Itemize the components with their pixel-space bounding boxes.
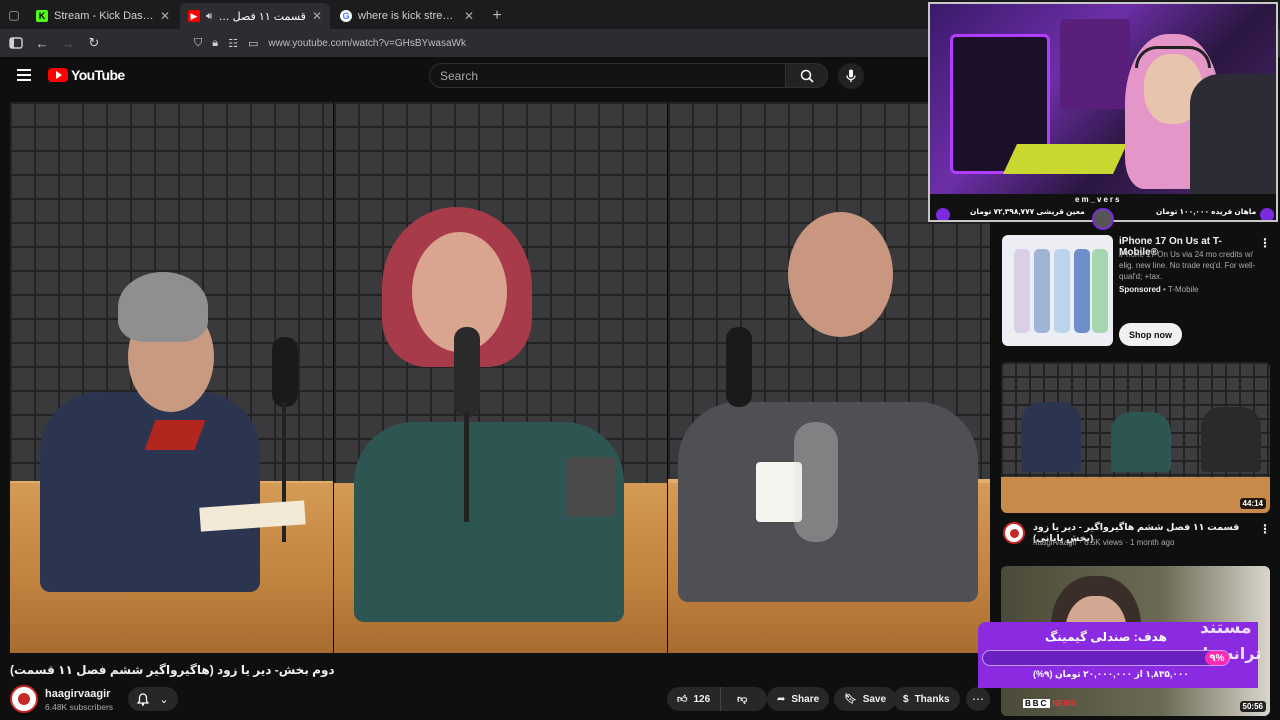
streamer-webcam-overlay: em_vers معین قریشی ۷۲,۳۹۸,۷۷۷ تومان ماها…	[928, 2, 1278, 222]
kick-badge-icon	[936, 208, 950, 220]
tab-title: قسمت ۱۱ فصل ششم هاگیرو	[218, 10, 306, 23]
back-icon[interactable]: ←	[34, 35, 50, 51]
address-bar[interactable]: ⛉ 🔒︎ ☷ ▭ www.youtube.com/watch?v=GHsBYwa…	[194, 37, 466, 50]
rec-video-meta: haagirvaagir · 6.5K views · 1 month ago	[1033, 538, 1175, 547]
save-button[interactable]: 🔖︎ Save	[834, 687, 897, 711]
goal-label: هدف: صندلی گیمینگ	[1045, 630, 1167, 644]
ghost-text-1: مستند	[1200, 618, 1252, 637]
news-text: NEWS	[1052, 699, 1077, 708]
bbc-text: BBC	[1023, 699, 1051, 708]
forward-icon[interactable]: →	[60, 35, 76, 51]
tab-google-search[interactable]: G where is kick stream key? - Goo ✕	[332, 3, 482, 29]
tab-youtube-video[interactable]: ▶ 🔊︎ قسمت ۱۱ فصل ششم هاگیرو ✕	[180, 3, 330, 29]
search-button[interactable]	[786, 63, 828, 88]
donation-text-left: معین قریشی ۷۲,۳۹۸,۷۷۷ تومان	[970, 207, 1085, 216]
search-icon	[800, 69, 814, 83]
page-info-icon[interactable]: ▭	[248, 37, 258, 50]
goal-amount-text: ۱,۸۳۵,۰۰۰ از ۲۰,۰۰۰,۰۰۰ تومان (۹%)	[1033, 669, 1189, 679]
video-player[interactable]	[10, 102, 990, 653]
video-panel-center	[334, 102, 667, 653]
bbc-news-logo: BBC NEWS	[1023, 699, 1076, 708]
youtube-play-icon	[48, 68, 68, 82]
kick-favicon-icon: K	[36, 10, 48, 22]
ad-more-icon[interactable]: ⋮	[1259, 236, 1271, 250]
kick-badge-icon	[1260, 208, 1274, 220]
search-input[interactable]: Search	[429, 63, 786, 88]
dislike-button[interactable]: 👎︎	[727, 687, 757, 711]
tab-kick-dashboard[interactable]: K Stream - Kick Dashboard ✕	[28, 3, 178, 29]
sponsored-label: Sponsored	[1119, 285, 1161, 294]
google-favicon-icon: G	[340, 10, 352, 22]
channel-name[interactable]: haagirvaagir	[45, 688, 110, 700]
subscriber-count: 6.48K subscribers	[45, 702, 114, 712]
save-label: Save	[862, 693, 887, 705]
video-panel-left	[10, 102, 333, 653]
url-text[interactable]: www.youtube.com/watch?v=GHsBYwasaWk	[268, 38, 466, 49]
tab-title: where is kick stream key? - Goo	[358, 10, 458, 22]
search-placeholder: Search	[440, 68, 479, 83]
advertiser-name: T-Mobile	[1167, 285, 1199, 294]
video-title: (دوم بخش- دیر یا زود (هاگیرواگیر ششم فصل…	[10, 663, 335, 677]
duration-badge: 44:14	[1239, 498, 1266, 509]
close-icon[interactable]: ✕	[312, 9, 322, 23]
channel-avatar[interactable]	[10, 685, 38, 713]
ad-description: iPhone 17 On Us via 24 mo credits w/ eli…	[1119, 250, 1256, 282]
chevron-down-icon: ⌄	[159, 693, 169, 706]
rec-channel-name[interactable]: haagirvaagir	[1033, 538, 1077, 547]
like-button[interactable]: 👍︎ 126	[667, 687, 722, 711]
rec-age: 1 month ago	[1129, 538, 1175, 547]
speaker-icon[interactable]: 🔊︎	[206, 11, 212, 22]
close-icon[interactable]: ✕	[464, 9, 474, 23]
rec-views: 6.5K views	[1084, 538, 1123, 547]
subscribed-bell-button[interactable]: ⌄	[128, 687, 178, 711]
close-icon[interactable]: ✕	[160, 9, 170, 23]
bell-icon	[137, 692, 150, 706]
thumbs-down-icon: 👎︎	[737, 694, 748, 705]
share-label: Share	[791, 693, 820, 705]
shield-icon[interactable]: ⛉	[194, 37, 202, 50]
thanks-label: Thanks	[914, 693, 950, 705]
share-icon: ➦	[777, 693, 786, 705]
share-button[interactable]: ➦ Share	[767, 687, 830, 711]
donation-text-right: ماهان فریده ۱۰۰,۰۰۰ تومان	[1156, 207, 1257, 216]
microphone-icon	[846, 69, 856, 82]
lock-icon[interactable]: 🔒︎	[212, 37, 218, 50]
save-icon: 🔖︎	[844, 693, 857, 705]
tab-overview-icon[interactable]: ▢	[0, 0, 28, 29]
rec-more-icon[interactable]: ⋮	[1259, 522, 1271, 536]
tab-title: Stream - Kick Dashboard	[54, 10, 154, 22]
goal-progress-bar	[982, 650, 1230, 666]
ad-sponsor-line: Sponsored • T-Mobile	[1119, 285, 1199, 294]
shop-now-button[interactable]: Shop now	[1119, 323, 1182, 346]
rec-video-thumbnail[interactable]: 44:14	[1001, 362, 1270, 513]
reload-icon[interactable]: ↻	[86, 35, 102, 51]
thumbs-up-icon: 👍︎	[677, 694, 688, 705]
rec-channel-avatar[interactable]	[1003, 522, 1025, 544]
ad-thumbnail[interactable]	[1002, 235, 1113, 346]
new-tab-icon[interactable]: +	[484, 3, 510, 29]
menu-icon[interactable]	[17, 69, 31, 81]
more-actions-icon[interactable]: ⋯	[966, 687, 990, 711]
youtube-favicon-icon: ▶	[188, 10, 200, 22]
goal-progress-fill: ۹%	[1205, 651, 1229, 665]
thanks-button[interactable]: $ Thanks	[893, 687, 960, 711]
thanks-icon: $	[903, 693, 909, 705]
streamer-avatar	[1092, 208, 1114, 230]
youtube-logo[interactable]: YouTube	[48, 67, 125, 83]
voice-search-button[interactable]	[838, 63, 864, 89]
youtube-wordmark: YouTube	[71, 67, 125, 83]
like-dislike-group: 👍︎ 126 👎︎	[667, 687, 767, 711]
streamer-handle: em_vers	[1075, 195, 1122, 204]
tune-icon[interactable]: ☷	[228, 37, 238, 50]
duration-badge: 50:56	[1239, 701, 1266, 712]
sidebar-toggle-icon[interactable]	[8, 35, 24, 51]
like-count: 126	[693, 693, 711, 705]
